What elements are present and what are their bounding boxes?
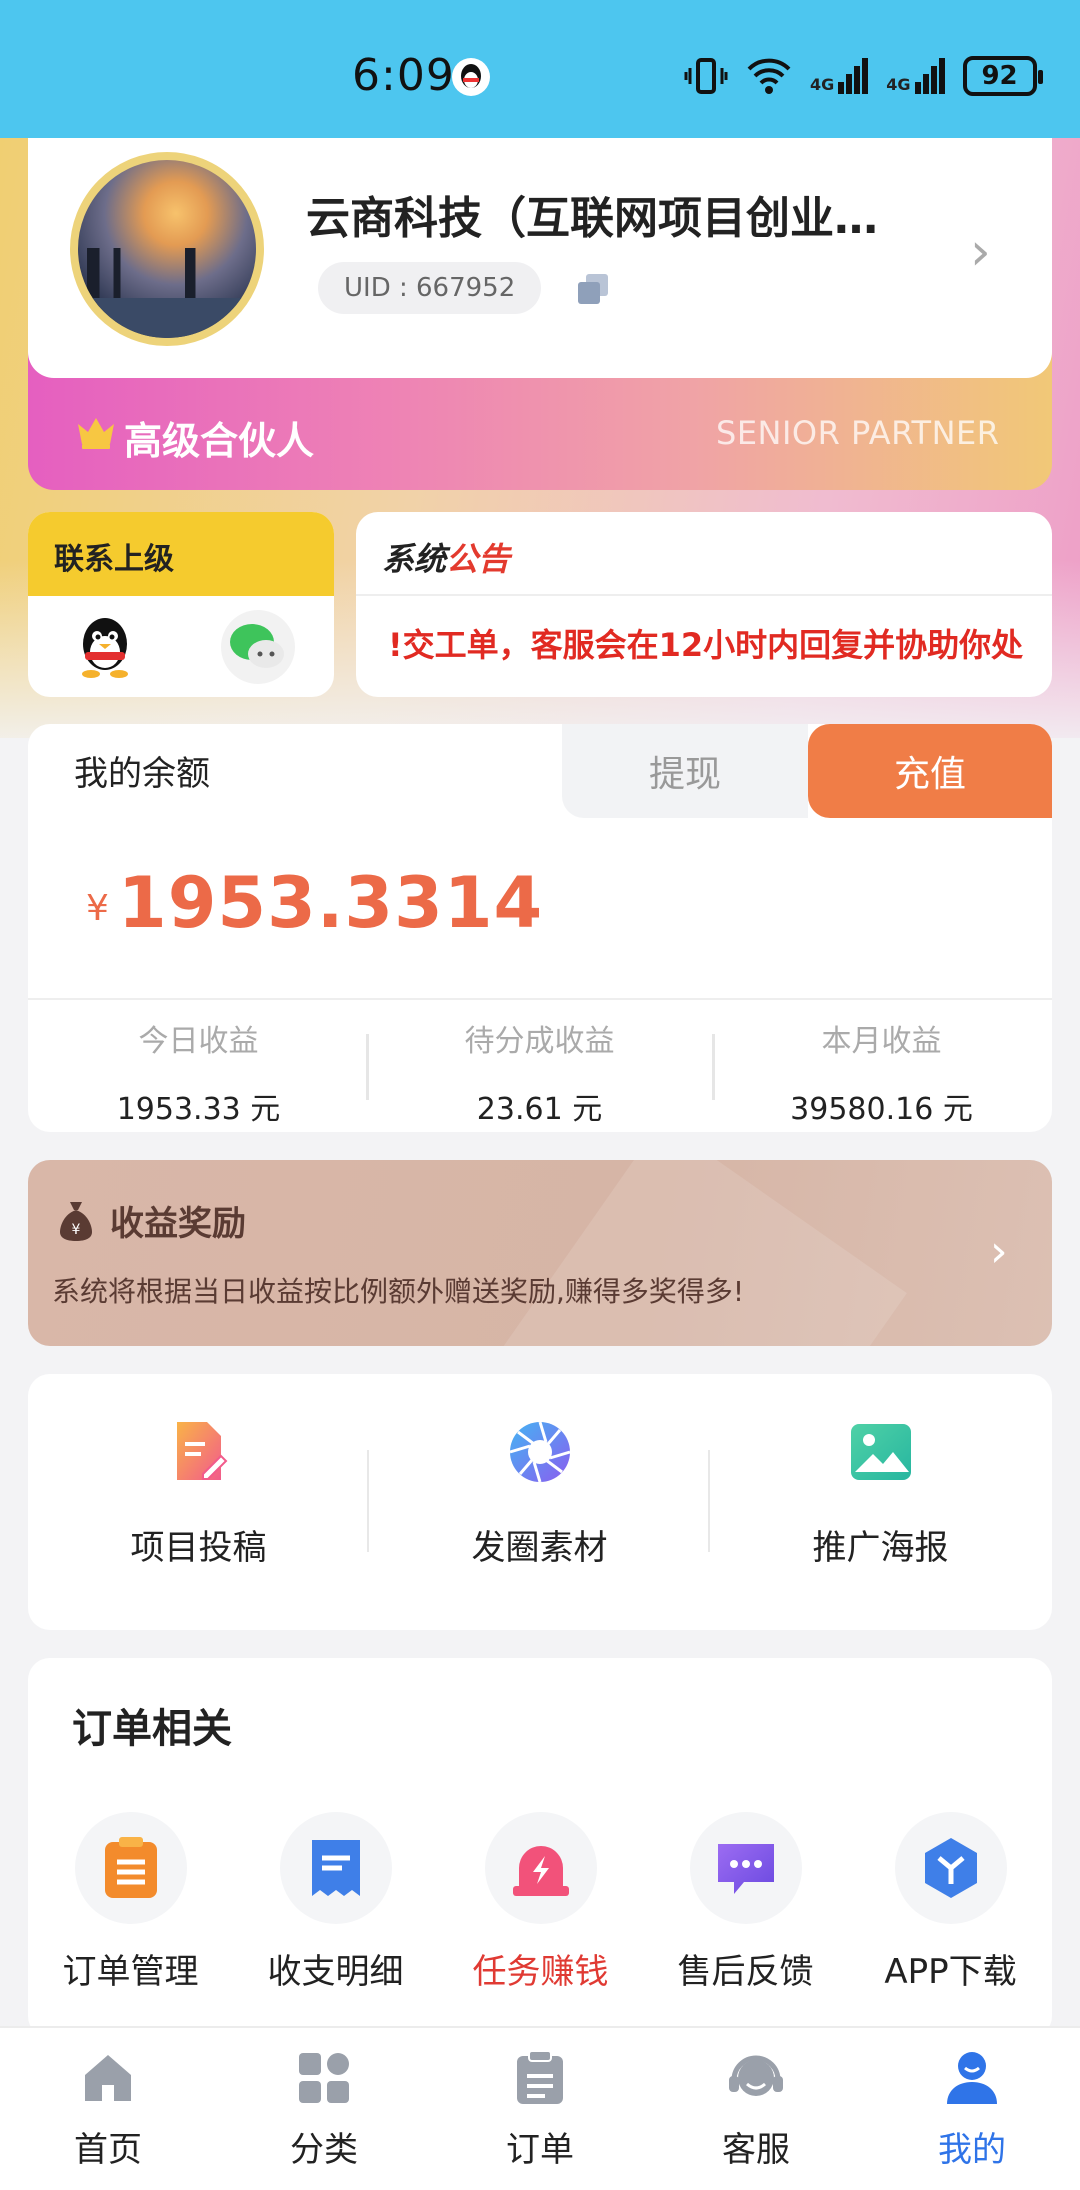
svg-text:¥: ¥: [72, 1222, 81, 1238]
stat-label: 今日收益: [138, 1024, 259, 1059]
reward-title: 收益奖励: [110, 1204, 246, 1244]
partner-subtitle: SENIOR PARTNER: [716, 414, 1000, 452]
headset-icon: [726, 2048, 786, 2108]
stat-value: 39580.16 元: [790, 1092, 973, 1127]
partner-title: 高级合伙人: [124, 419, 315, 463]
stat-pending-earnings: 待分成收益 23.61 元: [369, 1016, 710, 1128]
nav-home[interactable]: 首页: [0, 2048, 216, 2171]
orders-section-title: 订单相关: [72, 1706, 232, 1752]
nav-label: 分类: [290, 2130, 358, 2170]
recharge-button[interactable]: 充值: [808, 724, 1052, 818]
task-earn-money[interactable]: 任务赚钱: [438, 1812, 643, 1993]
crown-icon: [76, 414, 116, 450]
tool-label: 推广海报: [812, 1528, 949, 1568]
home-icon: [78, 2048, 138, 2108]
tool-label: 项目投稿: [130, 1528, 267, 1568]
stat-label: 待分成收益: [464, 1024, 615, 1059]
order-item-label: 收支明细: [267, 1952, 404, 1992]
nav-customer-service[interactable]: 客服: [648, 2048, 864, 2171]
chat-bubble-icon: [689, 1812, 802, 1924]
notice-title: 系统公告: [356, 512, 1052, 596]
order-management[interactable]: 订单管理: [28, 1812, 233, 1993]
balance-label: 我的余额: [74, 754, 210, 794]
qq-notification-icon: [452, 58, 490, 96]
nav-label: 客服: [722, 2130, 790, 2170]
status-icons: 4G 4G 92: [684, 52, 1043, 100]
alarm-bolt-icon: [484, 1812, 597, 1924]
battery-indicator: 92: [962, 56, 1043, 96]
order-item-label: 订单管理: [62, 1952, 199, 1992]
signal-icon-1: 4G: [810, 58, 869, 94]
chevron-right-icon: ›: [990, 1226, 1008, 1277]
stat-today-earnings: 今日收益 1953.33 元: [28, 1016, 369, 1128]
app-download[interactable]: APP下载: [848, 1812, 1053, 1993]
income-expense-detail[interactable]: 收支明细: [233, 1812, 438, 1993]
withdraw-button[interactable]: 提现: [562, 724, 808, 818]
nav-category[interactable]: 分类: [216, 2048, 432, 2171]
stat-label: 本月收益: [821, 1024, 942, 1059]
tool-label: 发圈素材: [471, 1528, 608, 1568]
nav-mine[interactable]: 我的: [864, 2048, 1080, 2171]
contact-title: 联系上级: [28, 512, 334, 596]
currency-symbol: ¥: [86, 888, 109, 929]
receipt-icon: [279, 1812, 392, 1924]
nav-label: 首页: [74, 2130, 142, 2170]
tool-share-material[interactable]: 发圈素材: [369, 1420, 710, 1569]
earnings-reward-banner[interactable]: [28, 1160, 1052, 1346]
document-edit-icon: [167, 1420, 231, 1484]
order-item-label: 任务赚钱: [472, 1952, 609, 1992]
wifi-icon: [747, 58, 791, 94]
notice-marquee-text: !交工单，客服会在12小时内回复并协助你处: [388, 626, 1024, 664]
tool-promo-poster[interactable]: 推广海报: [710, 1420, 1051, 1569]
clipboard-icon: [74, 1812, 187, 1924]
stat-value: 23.61 元: [476, 1092, 603, 1127]
contact-superior-card: 联系上级: [28, 512, 334, 697]
order-item-label: APP下载: [884, 1952, 1017, 1992]
signal-icon-2: 4G: [886, 58, 945, 94]
profile-name: 云商科技（互联网项目创业…: [306, 193, 878, 244]
grid-icon: [294, 2048, 354, 2108]
app-cube-icon: [894, 1812, 1007, 1924]
chevron-right-icon[interactable]: ›: [970, 222, 991, 282]
nav-orders[interactable]: 订单: [432, 2048, 648, 2171]
balance-amount: 1953.3314: [118, 862, 544, 944]
stat-month-earnings: 本月收益 39580.16 元: [711, 1016, 1052, 1128]
order-item-label: 售后反馈: [677, 1952, 814, 1992]
system-notice-card[interactable]: 系统公告 !交工单，客服会在12小时内回复并协助你处: [356, 512, 1052, 697]
status-time: 6:09: [352, 50, 455, 101]
reward-description: 系统将根据当日收益按比例额外赠送奖励,赚得多奖得多!: [52, 1275, 745, 1308]
image-icon: [849, 1420, 913, 1484]
aperture-icon: [508, 1420, 572, 1484]
vibrate-icon: [684, 58, 728, 94]
divider: [28, 998, 1052, 1000]
nav-label: 我的: [938, 2130, 1006, 2170]
tool-project-submit[interactable]: 项目投稿: [28, 1420, 369, 1569]
after-sales-feedback[interactable]: 售后反馈: [643, 1812, 848, 1993]
wechat-icon[interactable]: [220, 610, 295, 684]
order-icon: [510, 2048, 570, 2108]
qq-icon[interactable]: [67, 610, 142, 684]
uid-badge: UID : 667952: [318, 262, 542, 314]
nav-label: 订单: [506, 2130, 574, 2170]
copy-icon[interactable]: [576, 272, 610, 306]
money-bag-icon: ¥: [56, 1200, 96, 1242]
person-icon: [942, 2048, 1002, 2108]
avatar[interactable]: [70, 152, 264, 346]
stat-value: 1953.33 元: [116, 1092, 281, 1127]
